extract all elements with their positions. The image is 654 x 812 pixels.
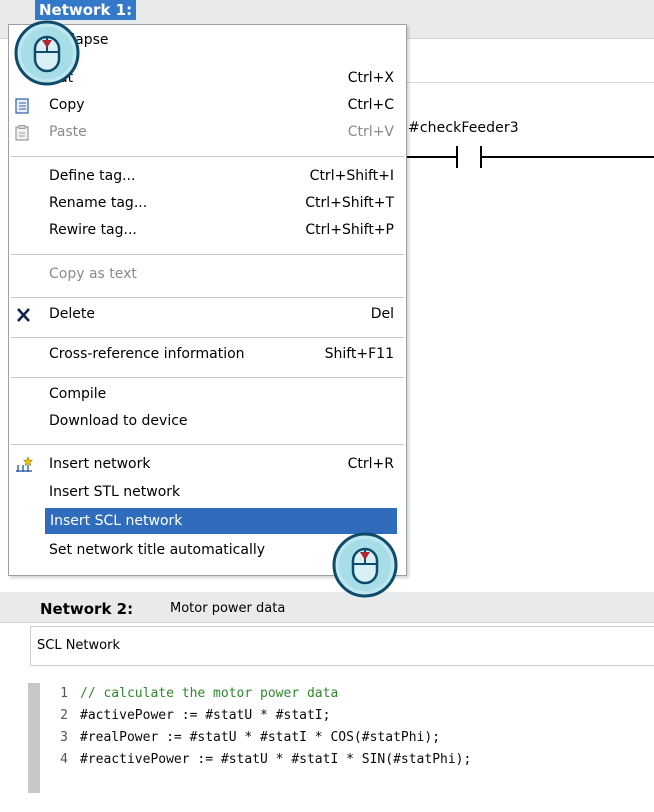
menu-item-shortcut: Ctrl+V bbox=[347, 124, 394, 140]
network2-type-box[interactable]: SCL Network bbox=[30, 626, 654, 666]
menu-item-paste[interactable]: Paste Ctrl+V bbox=[9, 119, 406, 145]
network2-title[interactable]: Motor power data bbox=[170, 601, 285, 616]
menu-item-shortcut: Shift+F11 bbox=[324, 346, 394, 362]
menu-item-label: Insert STL network bbox=[49, 484, 181, 500]
menu-separator bbox=[11, 377, 404, 378]
menu-separator bbox=[11, 337, 404, 338]
menu-item-insert-stl-network[interactable]: Insert STL network bbox=[9, 479, 406, 505]
menu-item-label: Set network title automatically bbox=[49, 542, 266, 558]
code-gutter bbox=[28, 683, 40, 793]
context-menu: Collapse Cut Ctrl+X Copy Ctrl+C Paste Ct… bbox=[8, 24, 407, 576]
menu-item-download-to-device[interactable]: Download to device bbox=[9, 408, 406, 434]
code-line[interactable]: 1 // calculate the motor power data bbox=[40, 683, 338, 705]
menu-item-label: Define tag... bbox=[49, 168, 136, 184]
menu-item-label: Compile bbox=[49, 386, 107, 402]
code-text[interactable]: // calculate the motor power data bbox=[80, 686, 338, 701]
paste-icon bbox=[15, 124, 33, 141]
line-number: 2 bbox=[60, 708, 68, 723]
menu-separator bbox=[11, 297, 404, 298]
code-text[interactable]: #realPower := #statU * #statI * COS(#sta… bbox=[80, 730, 440, 745]
insert-network-icon bbox=[15, 456, 34, 472]
menu-item-label: Rename tag... bbox=[49, 195, 148, 211]
network1-title[interactable]: Network 1: bbox=[35, 0, 137, 20]
code-line[interactable]: 3 #realPower := #statU * #statI * COS(#st… bbox=[40, 727, 440, 749]
menu-item-copy-as-text[interactable]: Copy as text bbox=[9, 261, 406, 287]
code-line[interactable]: 4 #reactivePower := #statU * #statI * SIN… bbox=[40, 749, 471, 771]
menu-item-rewire-tag[interactable]: Rewire tag... Ctrl+Shift+P bbox=[9, 217, 406, 243]
rung-line-left bbox=[405, 156, 457, 158]
line-number: 1 bbox=[60, 686, 68, 701]
menu-separator bbox=[11, 444, 404, 445]
menu-separator bbox=[11, 254, 404, 255]
line-number: 3 bbox=[60, 730, 68, 745]
menu-item-rename-tag[interactable]: Rename tag... Ctrl+Shift+T bbox=[9, 190, 406, 216]
menu-item-label: Insert network bbox=[49, 456, 151, 472]
menu-item-shortcut: Del bbox=[370, 306, 394, 322]
menu-item-delete[interactable]: Delete Del bbox=[9, 301, 406, 327]
menu-item-insert-network[interactable]: Insert network Ctrl+R bbox=[9, 451, 406, 477]
menu-separator bbox=[11, 156, 404, 157]
mouse-click-icon bbox=[330, 530, 400, 600]
menu-item-shortcut: Ctrl+Shift+I bbox=[309, 168, 394, 184]
delete-x-icon bbox=[15, 306, 33, 322]
menu-item-label: Copy as text bbox=[49, 266, 137, 282]
menu-item-label: Copy bbox=[49, 97, 85, 113]
menu-item-label: Delete bbox=[49, 306, 95, 322]
contact-tag-label[interactable]: #checkFeeder3 bbox=[408, 120, 519, 136]
scl-code-editor[interactable]: 1 // calculate the motor power data 2 #act… bbox=[28, 683, 654, 793]
menu-item-label: Download to device bbox=[49, 413, 188, 429]
menu-item-shortcut: Ctrl+Shift+P bbox=[305, 222, 394, 238]
menu-item-shortcut: Ctrl+R bbox=[347, 456, 394, 472]
network2-type-label: SCL Network bbox=[37, 638, 120, 653]
mouse-click-icon bbox=[12, 18, 82, 88]
menu-item-shortcut: Ctrl+Shift+T bbox=[305, 195, 394, 211]
copy-icon bbox=[15, 97, 33, 114]
menu-item-label: Paste bbox=[49, 124, 87, 140]
code-line[interactable]: 2 #activePower := #statU * #statI; bbox=[40, 705, 330, 727]
rung-line-right bbox=[481, 156, 654, 158]
menu-item-label: Rewire tag... bbox=[49, 222, 137, 238]
contact-left-bar[interactable] bbox=[456, 146, 458, 168]
code-text[interactable]: #reactivePower := #statU * #statI * SIN(… bbox=[80, 752, 471, 767]
line-number: 4 bbox=[60, 752, 68, 767]
network1-comment-row[interactable] bbox=[400, 58, 654, 83]
menu-item-shortcut: Ctrl+X bbox=[347, 70, 394, 86]
menu-item-label: Cross-reference information bbox=[49, 346, 245, 362]
code-text[interactable]: #activePower := #statU * #statI; bbox=[80, 708, 330, 723]
menu-item-label: Insert SCL network bbox=[50, 513, 183, 529]
menu-item-cross-reference[interactable]: Cross-reference information Shift+F11 bbox=[9, 341, 406, 367]
menu-item-compile[interactable]: Compile bbox=[9, 381, 406, 407]
menu-item-define-tag[interactable]: Define tag... Ctrl+Shift+I bbox=[9, 163, 406, 189]
menu-item-copy[interactable]: Copy Ctrl+C bbox=[9, 92, 406, 118]
menu-item-shortcut: Ctrl+C bbox=[347, 97, 394, 113]
network2-label: Network 2: bbox=[40, 600, 134, 618]
